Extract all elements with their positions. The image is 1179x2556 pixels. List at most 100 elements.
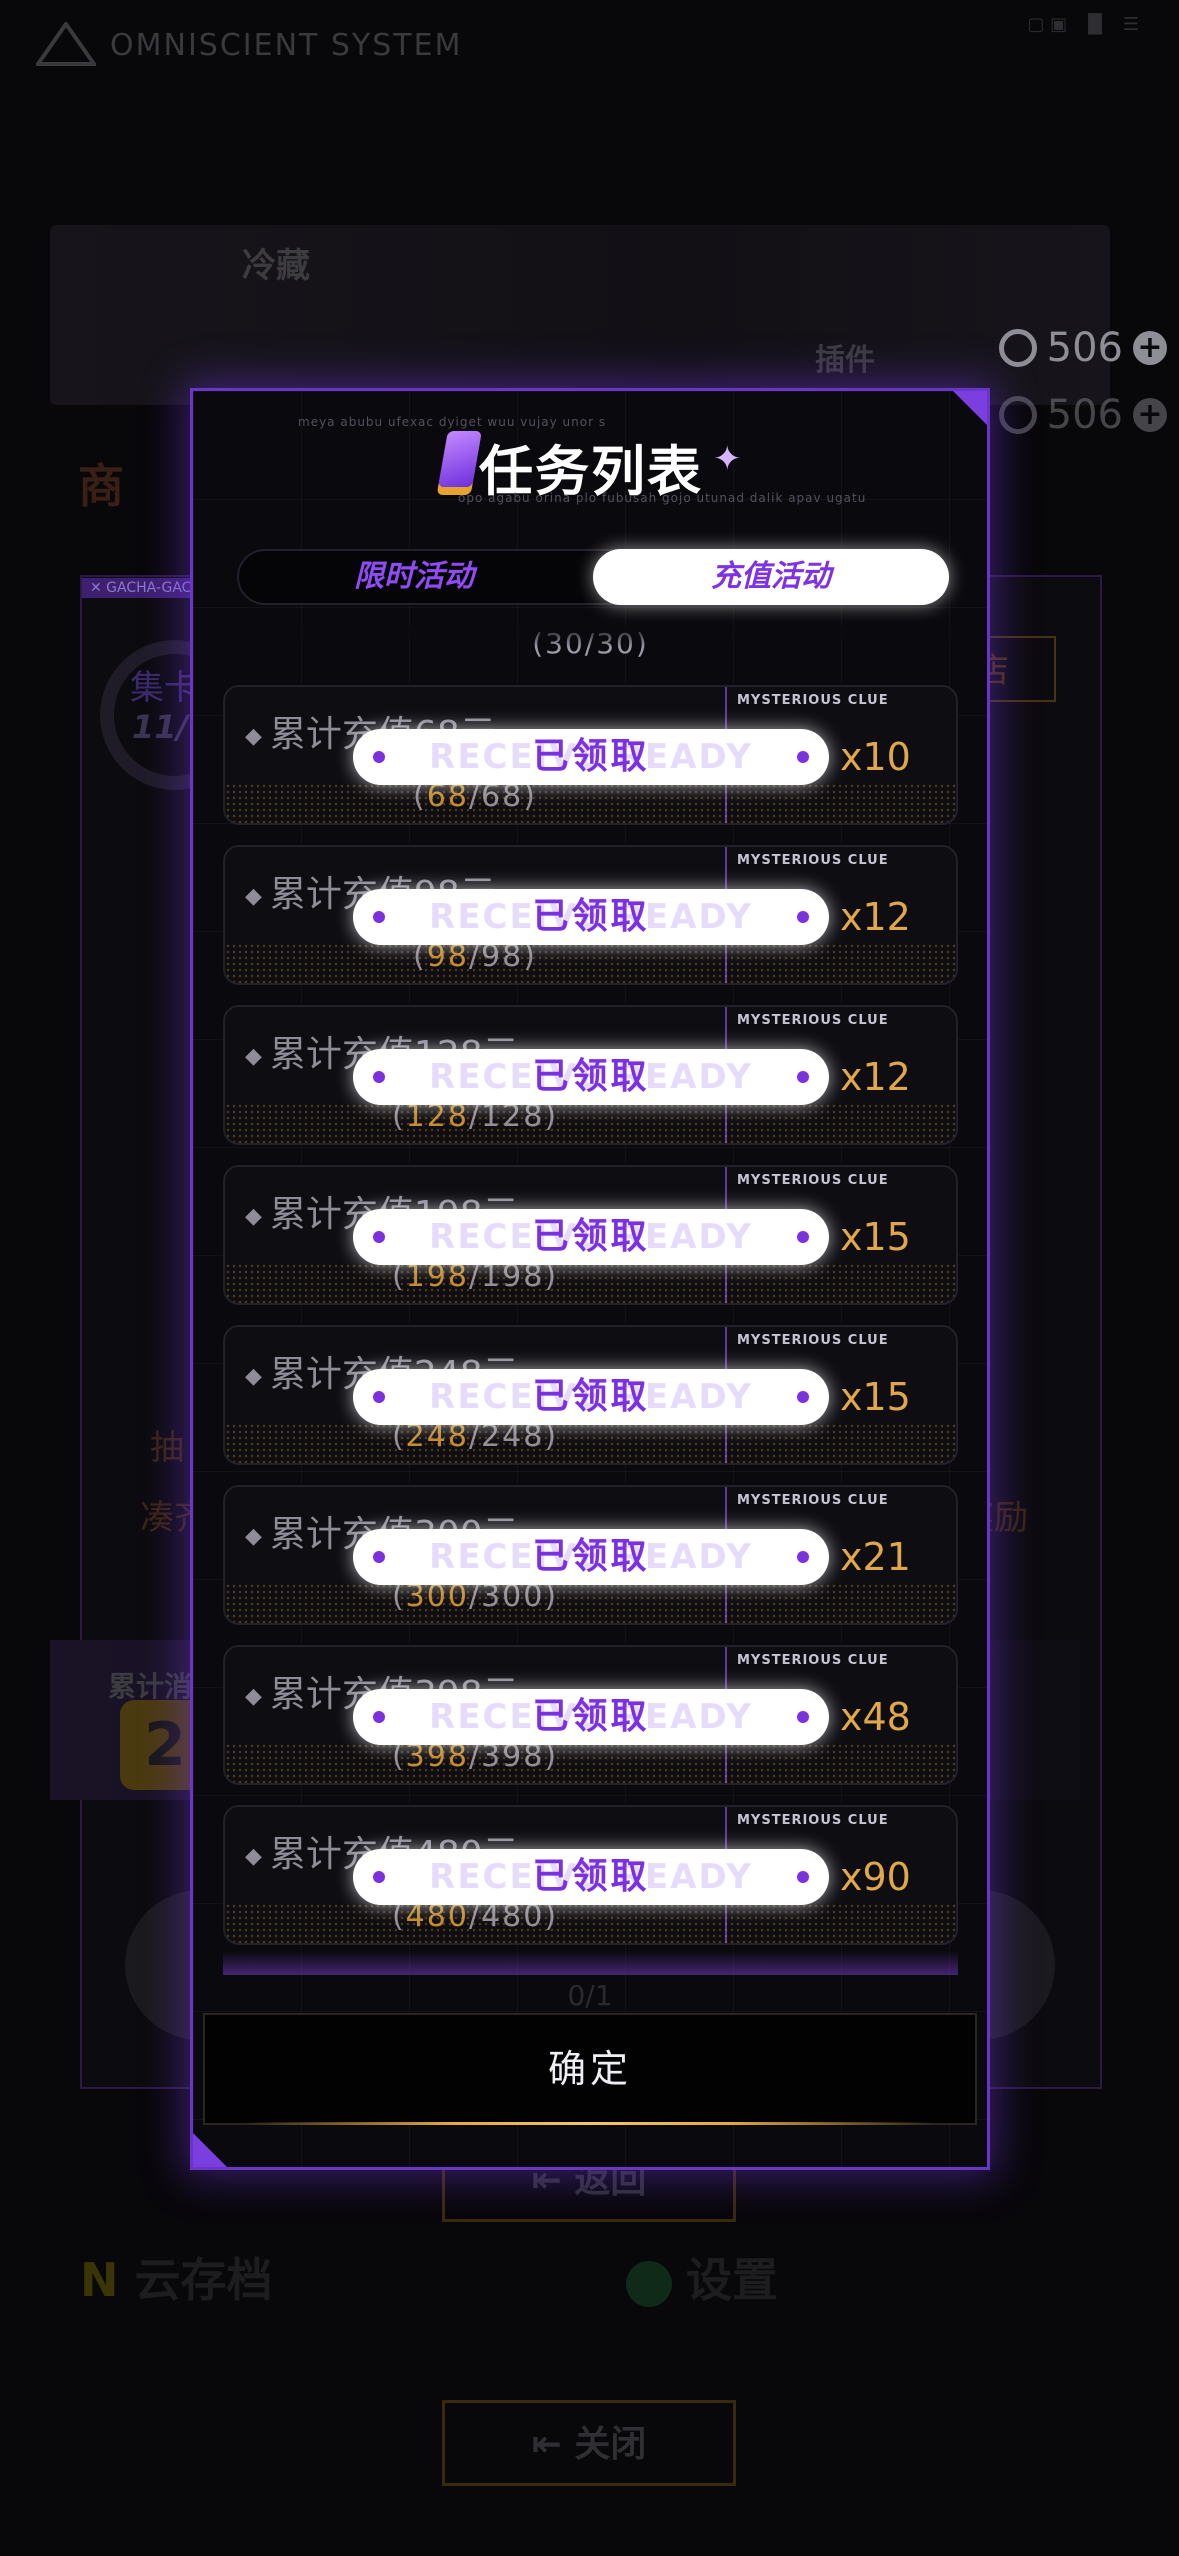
settings-button[interactable]: 设置 — [626, 2244, 778, 2310]
list-bottom-glow — [223, 1951, 958, 1975]
reward-clue-label: MYSTERIOUS CLUE — [737, 1653, 889, 1668]
top-bar: OMNISCIENT SYSTEM ▢ ▣ ▐▌ ☰ — [0, 0, 1179, 80]
banner-label: 冷藏 — [242, 246, 310, 286]
currency-value: 506 — [1046, 392, 1123, 438]
dot-icon — [797, 751, 809, 763]
task-card: ◆累计充值98元 MYSTERIOUS CLUE x12 RECEIVE REA… — [223, 845, 958, 985]
diamond-icon: ◆ — [245, 1203, 262, 1229]
add-currency-icon[interactable]: + — [1133, 331, 1167, 365]
total-label: 累计消 — [108, 1670, 193, 1703]
task-list-modal: meya abubu ufexac dyiget wuu vujay unor … — [190, 388, 990, 2170]
dot-icon — [797, 1391, 809, 1403]
diamond-icon: ◆ — [245, 723, 262, 749]
claimed-label: 已领取 — [532, 1056, 650, 1097]
close-button[interactable]: ⇤ 关闭 — [442, 2400, 736, 2486]
claimed-button[interactable]: RECEIVE READY 已领取 — [353, 1689, 829, 1745]
claimed-button[interactable]: RECEIVE READY 已领取 — [353, 1529, 829, 1585]
close-icon: ⇤ — [531, 2424, 575, 2465]
dot-icon — [373, 1391, 385, 1403]
menu-icon[interactable]: ☰ — [1123, 14, 1139, 35]
cloud-save-icon: N — [80, 2253, 119, 2307]
hidden-progress: 0/1 — [567, 1979, 613, 2012]
claimed-button[interactable]: RECEIVE READY 已领取 — [353, 1849, 829, 1905]
reward-clue-label: MYSTERIOUS CLUE — [737, 1333, 889, 1348]
settings-label: 设置 — [686, 2253, 778, 2307]
cloud-save-label: 云存档 — [134, 2253, 273, 2307]
claimed-label: 已领取 — [532, 1376, 650, 1417]
currency-icon — [998, 396, 1037, 434]
list-fade — [223, 627, 958, 647]
dot-icon — [797, 1551, 809, 1563]
title-deco-text: opo agabu orina plo fubusah gojo utunad … — [458, 491, 867, 505]
diamond-icon: ◆ — [245, 883, 262, 909]
dot-icon — [797, 911, 809, 923]
dot-icon — [373, 1231, 385, 1243]
plugin-label: 插件 — [815, 343, 875, 378]
task-list[interactable]: (30/30) ◆累计充值68元 MYSTERIOUS CLUE x10 REC… — [223, 627, 958, 1971]
task-card: ◆累计充值198元 MYSTERIOUS CLUE x15 RECEIVE RE… — [223, 1165, 958, 1305]
claimed-label: 已领取 — [532, 1216, 650, 1257]
diamond-icon: ◆ — [245, 1683, 262, 1709]
sparkle-icon: ✦ — [713, 439, 742, 479]
tab-limited-event[interactable]: 限时活动 — [239, 549, 589, 605]
task-card: ◆累计充值128元 MYSTERIOUS CLUE x12 RECEIVE RE… — [223, 1005, 958, 1145]
dot-icon — [373, 911, 385, 923]
window-icon: ▢ ▣ — [1027, 14, 1068, 35]
reward-multiplier: x12 — [840, 895, 911, 939]
reward-clue-label: MYSTERIOUS CLUE — [737, 853, 889, 868]
reward-clue-label: MYSTERIOUS CLUE — [737, 693, 889, 708]
close-label: 关闭 — [574, 2424, 647, 2465]
diamond-icon: ◆ — [245, 1843, 262, 1869]
dot-icon — [797, 1231, 809, 1243]
currency-value: 506 — [1046, 325, 1123, 371]
event-banner — [50, 225, 1110, 405]
dot-icon — [797, 1711, 809, 1723]
task-card: ◆累计充值480元 MYSTERIOUS CLUE x90 RECEIVE RE… — [223, 1805, 958, 1945]
claimed-button[interactable]: RECEIVE READY 已领取 — [353, 1369, 829, 1425]
currency-icon — [998, 329, 1037, 367]
currency-display: 506 + — [998, 325, 1167, 371]
gear-icon — [626, 2260, 672, 2307]
claimed-label: 已领取 — [532, 1856, 650, 1897]
dot-icon — [797, 1871, 809, 1883]
signal-icon: ▐▌ — [1081, 14, 1109, 35]
status-icons: ▢ ▣ ▐▌ ☰ — [1027, 14, 1139, 35]
reward-clue-label: MYSTERIOUS CLUE — [737, 1013, 889, 1028]
claimed-label: 已领取 — [532, 896, 650, 937]
dot-icon — [373, 1871, 385, 1883]
cloud-save-button[interactable]: N 云存档 — [80, 2244, 273, 2310]
reward-multiplier: x10 — [840, 735, 911, 779]
reward-multiplier: x12 — [840, 1055, 911, 1099]
reward-clue-label: MYSTERIOUS CLUE — [737, 1813, 889, 1828]
claimed-label: 已领取 — [532, 736, 650, 777]
reward-multiplier: x21 — [840, 1535, 911, 1579]
info-line-1: 抽 — [150, 1428, 184, 1468]
system-logo-icon — [36, 22, 96, 66]
reward-clue-label: MYSTERIOUS CLUE — [737, 1493, 889, 1508]
diamond-icon: ◆ — [245, 1363, 262, 1389]
claimed-button[interactable]: RECEIVE READY 已领取 — [353, 889, 829, 945]
task-card: ◆累计充值398元 MYSTERIOUS CLUE x48 RECEIVE RE… — [223, 1645, 958, 1785]
dot-icon — [373, 751, 385, 763]
confirm-button[interactable]: 确定 — [203, 2013, 977, 2125]
claimed-button[interactable]: RECEIVE READY 已领取 — [353, 1209, 829, 1265]
card-stack-icon — [438, 431, 482, 487]
add-currency-icon[interactable]: + — [1133, 398, 1167, 432]
reward-clue-label: MYSTERIOUS CLUE — [737, 1173, 889, 1188]
dot-icon — [373, 1071, 385, 1083]
tab-recharge-event[interactable]: 充值活动 — [593, 549, 949, 605]
task-card: ◆累计充值68元 MYSTERIOUS CLUE x10 RECEIVE REA… — [223, 685, 958, 825]
claimed-button[interactable]: RECEIVE READY 已领取 — [353, 729, 829, 785]
tab-bar: 限时活动 充值活动 — [237, 549, 949, 605]
dot-icon — [373, 1551, 385, 1563]
diamond-icon: ◆ — [245, 1523, 262, 1549]
claimed-label: 已领取 — [532, 1536, 650, 1577]
reward-multiplier: x90 — [840, 1855, 911, 1899]
reward-multiplier: x15 — [840, 1375, 911, 1419]
claimed-label: 已领取 — [532, 1696, 650, 1737]
claimed-button[interactable]: RECEIVE READY 已领取 — [353, 1049, 829, 1105]
corner-decoration — [193, 2133, 227, 2167]
dot-icon — [797, 1071, 809, 1083]
reward-multiplier: x15 — [840, 1215, 911, 1259]
reward-multiplier: x48 — [840, 1695, 911, 1739]
